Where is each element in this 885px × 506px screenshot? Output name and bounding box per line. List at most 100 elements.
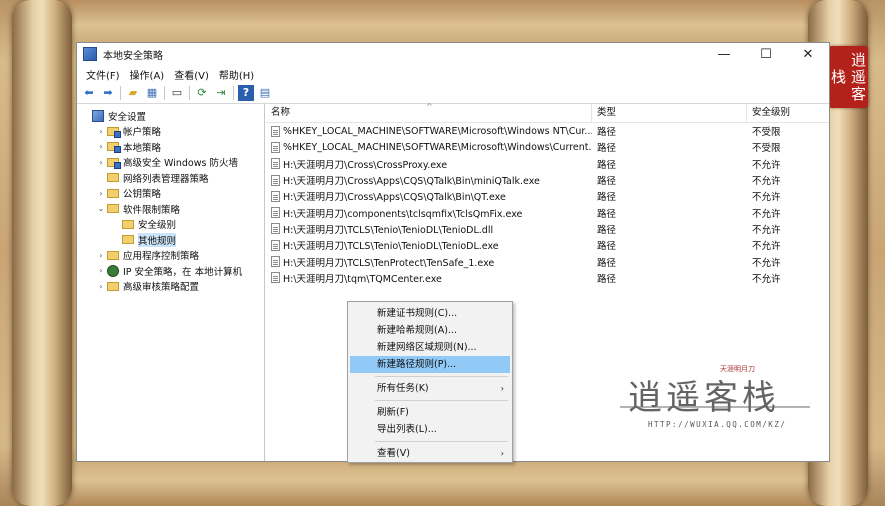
properties-icon[interactable]: ▭ [169, 85, 185, 101]
cell-type: 路径 [597, 176, 617, 188]
toolbar-separator [233, 86, 234, 100]
maximize-button[interactable]: ☐ [745, 43, 787, 65]
tree-item[interactable]: 安全设置 [77, 108, 264, 124]
tree-item-label: 安全设置 [108, 111, 147, 123]
context-menu-item[interactable]: 所有任务(K) › [350, 380, 510, 397]
tree-item[interactable]: › IP 安全策略，在 本地计算机 [77, 263, 264, 279]
cell-type: 路径 [597, 208, 617, 220]
context-menu-item[interactable]: 新建网络区域规则(N)... [350, 339, 510, 356]
toolbar-separator [120, 86, 121, 100]
tree-item-label: 软件限制策略 [123, 204, 181, 216]
up-folder-icon[interactable]: ▰ [125, 85, 141, 101]
cell-name: H:\天涯明月刀\TCLS\TenProtect\TenSafe_1.exe [266, 255, 592, 269]
cell-name: H:\天涯明月刀\tqm\TQMCenter.exe [266, 271, 592, 285]
menu-action[interactable]: 操作(A) [125, 67, 170, 82]
chevron-right-icon[interactable]: › [96, 127, 106, 136]
tree-item-label: 帐户策略 [123, 127, 162, 139]
chevron-right-icon[interactable]: › [96, 142, 106, 151]
context-menu-item[interactable]: 刷新(F) [350, 404, 510, 421]
close-button[interactable]: ✕ [787, 43, 829, 65]
tree-item[interactable]: 网络列表管理器策略 [77, 170, 264, 186]
column-header-type[interactable]: 类型 [592, 104, 747, 122]
rule-name: H:\天涯明月刀\components\tclsqmfix\TclsQmFix.… [283, 208, 523, 220]
view-icon[interactable]: ▤ [257, 85, 273, 101]
cell-type: 路径 [597, 273, 617, 285]
chevron-right-icon[interactable]: › [96, 189, 106, 198]
path-rule-icon [271, 141, 280, 153]
context-menu-item[interactable]: 查看(V) › [350, 445, 510, 462]
back-arrow-icon[interactable]: ⬅ [81, 85, 97, 101]
chevron-right-icon[interactable]: › [96, 266, 106, 275]
title-bar[interactable]: 本地安全策略 — ☐ ✕ [77, 43, 829, 65]
menu-help[interactable]: 帮助(H) [214, 67, 259, 82]
tree-item-label: 高级审核策略配置 [123, 282, 200, 294]
rule-name: H:\天涯明月刀\TCLS\Tenio\TenioDL\TenioDL.exe [283, 241, 499, 253]
tree-item[interactable]: › 本地策略 [77, 139, 264, 155]
app-icon [83, 47, 97, 61]
table-row[interactable]: H:\天涯明月刀\tqm\TQMCenter.exe 路径 不允许 [266, 270, 829, 286]
cell-name: H:\天涯明月刀\Cross\Apps\CQS\QTalk\Bin\miniQT… [266, 173, 592, 187]
chevron-right-icon[interactable]: › [96, 282, 106, 291]
minimize-button[interactable]: — [703, 43, 745, 65]
menu-file[interactable]: 文件(F) [81, 67, 125, 82]
context-menu: 新建证书规则(C)... 新建哈希规则(A)... 新建网络区域规则(N)... 新建… [347, 301, 513, 463]
forward-arrow-icon[interactable]: ➡ [100, 85, 116, 101]
context-menu-item[interactable]: 新建路径规则(P)... [350, 356, 510, 373]
rule-name: H:\天涯明月刀\Cross\CrossProxy.exe [283, 159, 448, 171]
window-title: 本地安全策略 [103, 50, 163, 62]
help-icon[interactable]: ? [238, 85, 254, 101]
rule-name: %HKEY_LOCAL_MACHINE\SOFTWARE\Microsoft\W… [283, 125, 592, 137]
table-row[interactable]: H:\天涯明月刀\TCLS\TenProtect\TenSafe_1.exe 路径… [266, 253, 829, 269]
cell-name: %HKEY_LOCAL_MACHINE\SOFTWARE\Microsoft\W… [266, 141, 592, 153]
list-header: ^ 名称 类型 安全级别 [266, 102, 829, 123]
tree-item[interactable]: › 高级安全 Windows 防火墙 [77, 155, 264, 171]
tree-item[interactable]: › 公钥策略 [77, 186, 264, 202]
cell-name: H:\天涯明月刀\Cross\Apps\CQS\QTalk\Bin\QT.exe [266, 189, 592, 203]
table-row[interactable]: H:\天涯明月刀\Cross\Apps\CQS\QTalk\Bin\miniQT… [266, 172, 829, 188]
tree-item[interactable]: 其他规则 [77, 232, 264, 248]
menu-view[interactable]: 查看(V) [169, 67, 214, 82]
chevron-right-icon[interactable]: › [96, 158, 106, 167]
menu-bar: 文件(F) 操作(A) 查看(V) 帮助(H) [77, 65, 829, 83]
context-menu-item-label: 导出列表(L)... [377, 424, 437, 435]
chevron-down-icon[interactable]: ⌄ [96, 204, 106, 213]
tree-item[interactable]: ⌄ 软件限制策略 [77, 201, 264, 217]
column-header-security-level[interactable]: 安全级别 [747, 104, 829, 122]
ip-security-icon [107, 264, 119, 277]
tree-item-label: 公钥策略 [123, 189, 162, 201]
export-list-icon[interactable]: ⇥ [213, 85, 229, 101]
tree-item[interactable]: › 帐户策略 [77, 124, 264, 140]
context-menu-item[interactable]: 新建证书规则(C)... [350, 305, 510, 322]
navigation-tree: 安全设置 › 帐户策略 › 本地策略 › 高级安全 Windows 防火墙 网络列表管理器策略… [77, 104, 265, 461]
sort-indicator-icon: ^ [426, 102, 433, 111]
table-row[interactable]: H:\天涯明月刀\Cross\Apps\CQS\QTalk\Bin\QT.exe… [266, 188, 829, 204]
context-menu-item[interactable]: 新建哈希规则(A)... [350, 322, 510, 339]
folder-icon [107, 281, 119, 291]
table-row[interactable]: %HKEY_LOCAL_MACHINE\SOFTWARE\Microsoft\W… [266, 139, 829, 155]
tree-item[interactable]: › 应用程序控制策略 [77, 248, 264, 264]
cell-security-level: 不允许 [752, 241, 781, 253]
context-menu-item-label: 所有任务(K) [377, 383, 429, 394]
path-rule-icon [271, 239, 280, 251]
table-row[interactable]: H:\天涯明月刀\TCLS\Tenio\TenioDL\TenioDL.exe 路… [266, 237, 829, 253]
rule-name: H:\天涯明月刀\Cross\Apps\CQS\QTalk\Bin\miniQT… [283, 176, 540, 188]
tree-item[interactable]: › 高级审核策略配置 [77, 279, 264, 295]
cell-security-level: 不允许 [752, 176, 781, 188]
path-rule-icon [271, 207, 280, 219]
path-rule-icon [271, 272, 280, 284]
table-row[interactable]: H:\天涯明月刀\TCLS\Tenio\TenioDL\TenioDL.dll 路… [266, 221, 829, 237]
menu-separator [375, 441, 508, 442]
chevron-right-icon[interactable]: › [96, 251, 106, 260]
show-hide-tree-icon[interactable]: ▦ [144, 85, 160, 101]
cell-security-level: 不受限 [752, 127, 781, 139]
cell-security-level: 不受限 [752, 143, 781, 155]
tree-item[interactable]: 安全级别 [77, 217, 264, 233]
table-row[interactable]: H:\天涯明月刀\components\tclsqmfix\TclsQmFix.… [266, 204, 829, 220]
tree-item-label: 其他规则 [138, 232, 177, 247]
refresh-icon[interactable]: ⟳ [194, 85, 210, 101]
list-body: %HKEY_LOCAL_MACHINE\SOFTWARE\Microsoft\W… [266, 123, 829, 286]
context-menu-item[interactable]: 导出列表(L)... [350, 421, 510, 438]
table-row[interactable]: H:\天涯明月刀\Cross\CrossProxy.exe 路径 不允许 [266, 156, 829, 172]
table-row[interactable]: %HKEY_LOCAL_MACHINE\SOFTWARE\Microsoft\W… [266, 123, 829, 139]
folder-icon [122, 219, 134, 229]
